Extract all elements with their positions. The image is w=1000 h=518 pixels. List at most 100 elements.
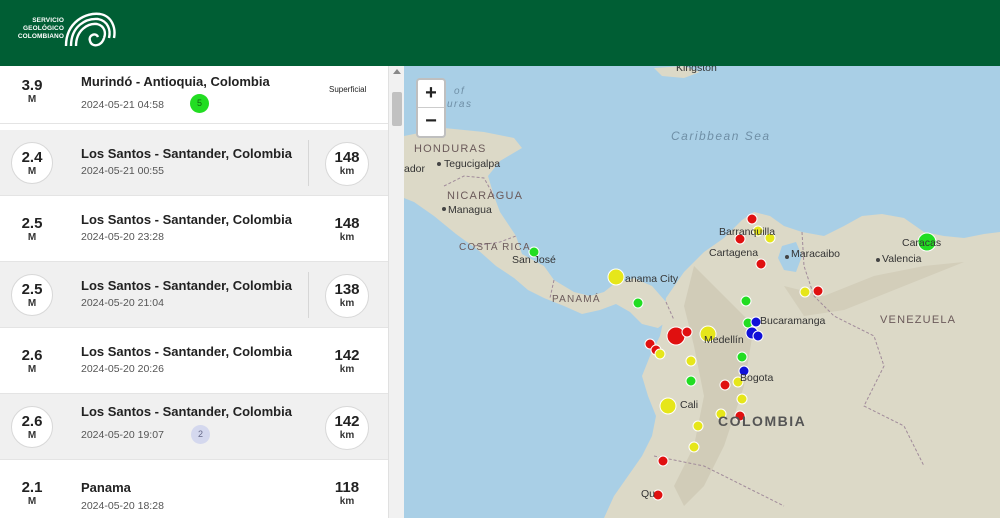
felt-count-badge: 2	[191, 425, 210, 444]
depth-value: 142	[334, 347, 360, 364]
event-place: Los Santos - Santander, Colombia	[81, 146, 292, 161]
scroll-up-arrow-icon[interactable]	[393, 69, 401, 74]
quake-marker[interactable]	[685, 375, 697, 387]
event-time: 2024-05-20 21:04	[81, 297, 164, 309]
magnitude-badge: 2.4 M	[11, 142, 53, 184]
event-place: Los Santos - Santander, Colombia	[81, 212, 292, 227]
magnitude-unit: M	[27, 166, 37, 177]
magnitude-unit: M	[27, 298, 37, 309]
map-label-maracaibo: Maracaibo	[791, 248, 841, 260]
event-row[interactable]: 2.5 M Los Santos - Santander, Colombia 2…	[0, 196, 388, 262]
spiral-logo-icon	[64, 12, 116, 47]
quake-marker[interactable]	[736, 393, 748, 405]
event-time: 2024-05-20 19:07	[81, 429, 164, 441]
magnitude-badge: 2.1 M	[11, 472, 53, 514]
site-header: SERVICIO GEOLÓGICO COLOMBIANO	[0, 0, 1000, 66]
depth-unit: km	[339, 364, 355, 375]
logo-line-1: SERVICIO	[32, 17, 64, 24]
event-place: Los Santos - Santander, Colombia	[81, 344, 292, 359]
depth-value: 148	[334, 215, 360, 232]
quake-marker[interactable]	[607, 268, 625, 286]
scroll-thumb[interactable]	[392, 92, 402, 126]
quake-marker[interactable]	[659, 397, 677, 415]
map-label-ador: ador	[404, 163, 426, 175]
depth-badge: 142 km	[325, 340, 369, 384]
map-label-valencia: Valencia	[882, 253, 922, 265]
zoom-out-button[interactable]: −	[418, 108, 444, 136]
city-dot	[442, 207, 446, 211]
map-label-bogota: Bogota	[740, 372, 774, 384]
magnitude-value: 3.9	[21, 77, 43, 94]
magnitude-value: 2.4	[21, 149, 43, 166]
map-label-san-jose: San José	[512, 254, 556, 266]
magnitude-badge: 2.6 M	[11, 340, 53, 382]
magnitude-unit: M	[27, 94, 37, 105]
magnitude-value: 2.1	[21, 479, 43, 496]
event-row[interactable]: 3.9 M Murindó - Antioquia, Colombia 2024…	[0, 66, 388, 124]
map-view[interactable]: Kingston Caribbean Sea of uras HONDURAS …	[404, 66, 1000, 518]
logo-text: SERVICIO GEOLÓGICO COLOMBIANO	[12, 17, 64, 41]
event-time: 2024-05-21 04:58	[81, 99, 164, 111]
map-label-venezuela: VENEZUELA	[880, 314, 957, 326]
quake-marker[interactable]	[657, 455, 669, 467]
event-row[interactable]: 2.1 M Panama 2024-05-20 18:28 118 km	[0, 460, 388, 518]
quake-marker[interactable]	[740, 295, 752, 307]
magnitude-value: 2.5	[21, 215, 43, 232]
depth-badge: 148 km	[325, 208, 369, 252]
quake-marker[interactable]	[736, 351, 748, 363]
quake-marker[interactable]	[746, 213, 758, 225]
map-label-panama: PANAMÁ	[552, 294, 601, 305]
quake-marker[interactable]	[654, 348, 666, 360]
map-label-nicaragua: NICARAGUA	[447, 190, 524, 202]
zoom-in-button[interactable]: +	[418, 80, 444, 108]
event-row[interactable]: 2.4 M Los Santos - Santander, Colombia 2…	[0, 130, 388, 196]
event-place: Los Santos - Santander, Colombia	[81, 278, 292, 293]
map-label-managua: Managua	[448, 204, 492, 216]
event-list[interactable]: 3.9 M Murindó - Antioquia, Colombia 2024…	[0, 66, 388, 518]
row-divider	[308, 140, 309, 186]
magnitude-badge: 3.9 M	[11, 70, 53, 112]
quake-marker[interactable]	[799, 286, 811, 298]
depth-label: Superficial	[329, 85, 367, 94]
magnitude-unit: M	[27, 496, 37, 507]
depth-unit: km	[339, 430, 355, 441]
depth-value: 142	[334, 413, 360, 430]
event-row[interactable]: 2.6 M Los Santos - Santander, Colombia 2…	[0, 394, 388, 460]
map-label-medellin: Medellín	[704, 334, 744, 346]
list-scrollbar[interactable]	[388, 66, 404, 518]
map-label-panama-city: anama City	[625, 273, 679, 285]
event-time: 2024-05-20 23:28	[81, 231, 164, 243]
depth-badge: 138 km	[325, 274, 369, 318]
depth-unit: km	[339, 298, 355, 309]
depth-badge: 148 km	[325, 142, 369, 186]
quake-marker[interactable]	[719, 379, 731, 391]
map-label-bucaramanga: Bucaramanga	[760, 315, 826, 327]
map-label-costa-rica: COSTA RICA	[459, 242, 531, 253]
map-label-tegucigalpa: Tegucigalpa	[444, 158, 501, 170]
event-time: 2024-05-20 18:28	[81, 500, 164, 512]
map-label-caribbean-sea: Caribbean Sea	[671, 129, 771, 143]
map-label-barranquilla: Barranquilla	[719, 226, 776, 238]
event-place: Panama	[81, 480, 131, 495]
map-label-cartagena: Cartagena	[709, 247, 759, 259]
city-dot	[437, 162, 441, 166]
event-time: 2024-05-20 20:26	[81, 363, 164, 375]
quake-marker[interactable]	[692, 420, 704, 432]
quake-marker[interactable]	[685, 355, 697, 367]
sgc-logo[interactable]: SERVICIO GEOLÓGICO COLOMBIANO	[12, 8, 122, 52]
magnitude-unit: M	[27, 430, 37, 441]
quake-marker[interactable]	[688, 441, 700, 453]
event-row[interactable]: 2.5 M Los Santos - Santander, Colombia 2…	[0, 262, 388, 328]
quake-marker[interactable]	[755, 258, 767, 270]
magnitude-unit: M	[27, 364, 37, 375]
depth-badge: 142 km	[325, 406, 369, 450]
event-row[interactable]: 2.6 M Los Santos - Santander, Colombia 2…	[0, 328, 388, 394]
quake-marker[interactable]	[681, 326, 693, 338]
map-label-cali: Cali	[680, 399, 699, 411]
quake-marker[interactable]	[812, 285, 824, 297]
map-label-uras: uras	[447, 99, 473, 110]
depth-unit: km	[339, 496, 355, 507]
zoom-control: + −	[416, 78, 446, 138]
quake-marker[interactable]	[752, 330, 764, 342]
quake-marker[interactable]	[632, 297, 644, 309]
